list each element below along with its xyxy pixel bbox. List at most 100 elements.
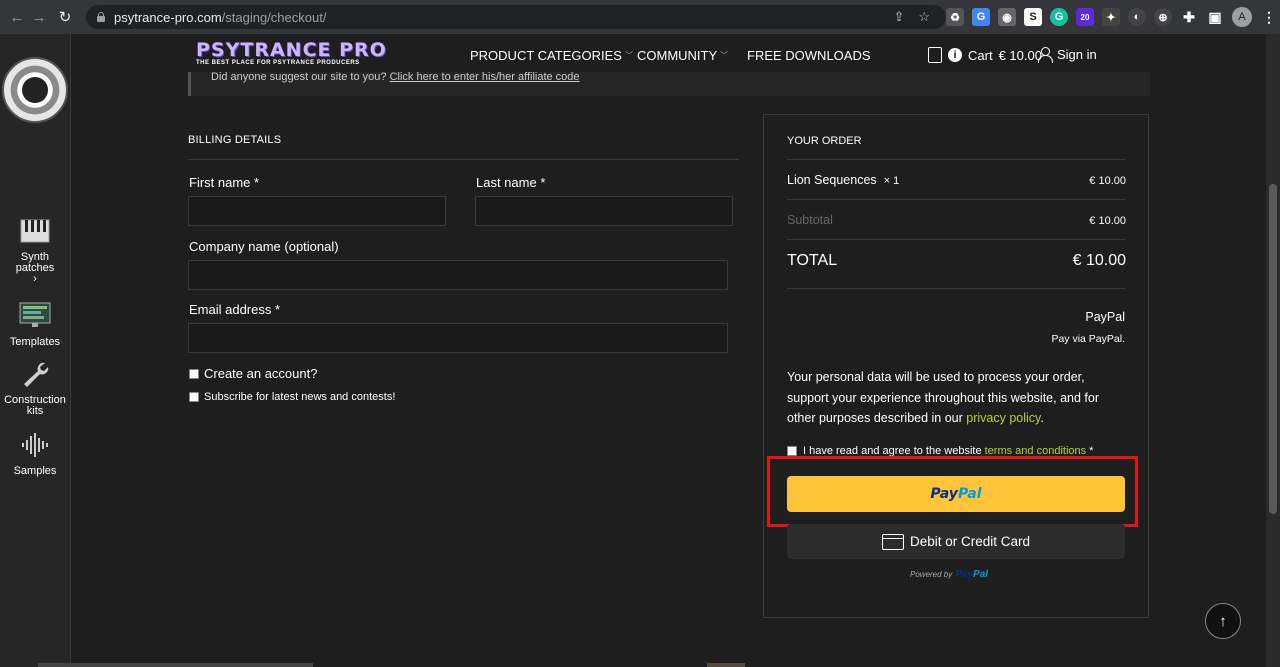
cart-label: Cart <box>968 47 993 63</box>
sidebar-item-templates[interactable]: Templates <box>0 302 70 348</box>
credit-card-icon <box>881 533 904 550</box>
sign-in-label: Sign in <box>1057 47 1097 62</box>
extension-globe-icon[interactable]: ⊕ <box>1154 8 1172 26</box>
bottom-edge-bar <box>38 663 313 667</box>
chevron-right-icon: › <box>33 273 37 285</box>
notice-question: Did anyone suggest our site to you? <box>211 72 387 83</box>
order-item-price: € 10.00 <box>1089 175 1126 187</box>
user-icon <box>1038 47 1053 63</box>
share-icon[interactable]: ⇪ <box>893 9 904 25</box>
powered-logo-pal: Pal <box>973 569 989 580</box>
extension-recycle-icon[interactable]: ♻ <box>946 8 964 26</box>
nav-label: COMMUNITY <box>637 48 718 63</box>
chevron-down-icon: ﹀ <box>720 51 729 60</box>
nav-product-categories[interactable]: PRODUCT CATEGORIES ﹀ <box>470 48 633 63</box>
extension-camera-icon[interactable]: ◉ <box>998 8 1016 26</box>
side-panel-icon[interactable]: ▣ <box>1206 8 1224 26</box>
affiliate-notice-text: Did anyone suggest our site to you? Clic… <box>211 72 580 83</box>
scrollbar-thumb[interactable] <box>1269 184 1277 514</box>
order-item: Lion Sequences × 1 <box>787 173 899 187</box>
cart-total: € 10.00 <box>998 47 1042 63</box>
profile-avatar[interactable]: A <box>1232 7 1252 27</box>
divider <box>188 159 739 160</box>
meditating-figure-icon <box>22 77 48 103</box>
highlight-box <box>767 456 1138 527</box>
create-account-checkbox[interactable] <box>189 368 199 379</box>
privacy-text: Your personal data will be used to proce… <box>787 370 1099 425</box>
sidebar-item-label: Templates <box>9 336 61 348</box>
nav-community[interactable]: COMMUNITY ﹀ <box>637 48 728 63</box>
lock-icon <box>96 11 106 23</box>
nav-label: FREE DOWNLOADS <box>747 48 871 63</box>
first-name-input[interactable] <box>188 196 446 226</box>
extension-swirl-icon[interactable]: ◐ <box>1128 8 1146 26</box>
divider <box>787 159 1126 160</box>
last-name-input[interactable] <box>475 196 733 226</box>
debit-credit-card-button[interactable]: Debit or Credit Card <box>787 524 1125 559</box>
extension-puzzle-x-icon[interactable]: ✦ <box>1102 8 1120 26</box>
address-bar[interactable]: psytrance-pro.com/staging/checkout/ <box>86 5 946 29</box>
total-value: € 10.00 <box>1072 252 1126 269</box>
cart-link[interactable]: i Cart € 10.00 <box>928 47 1042 63</box>
create-account-option[interactable]: Create an account? <box>189 366 317 381</box>
extension-badge-icon[interactable]: 20 <box>1076 8 1094 26</box>
bottom-edge-bar <box>707 663 745 667</box>
extension-s-icon[interactable]: S <box>1024 8 1042 26</box>
reload-icon[interactable]: ↻ <box>54 6 76 28</box>
subtotal-label: Subtotal <box>787 213 833 227</box>
logo-wordmark: PSYTRANCE PRO <box>196 39 387 61</box>
affiliate-code-link[interactable]: Click here to enter his/her affiliate co… <box>390 72 580 83</box>
card-button-label: Debit or Credit Card <box>909 534 1031 549</box>
waveform-icon <box>22 433 48 457</box>
powered-by-paypal: Powered by PayPal <box>910 569 988 580</box>
terms-checkbox[interactable] <box>787 446 797 456</box>
extensions-puzzle-icon[interactable]: ✚ <box>1180 8 1198 26</box>
subtotal-row: Subtotal € 10.00 <box>787 213 1126 227</box>
order-title: YOUR ORDER <box>787 135 862 147</box>
subscribe-label: Subscribe for latest news and contests! <box>204 391 396 403</box>
powered-paypal-logo: PayPal <box>955 569 988 580</box>
sidebar-item-label: Samples <box>13 465 57 477</box>
divider <box>787 239 1126 240</box>
back-arrow-icon[interactable]: ← <box>6 6 28 28</box>
powered-logo-pay: Pay <box>955 569 974 580</box>
keyboard-icon <box>20 219 50 243</box>
sidebar-item-samples[interactable]: Samples <box>0 431 70 477</box>
url-host: psytrance-pro.com <box>114 9 222 25</box>
extension-translate-icon[interactable]: G <box>972 8 990 26</box>
nav-free-downloads[interactable]: FREE DOWNLOADS <box>747 48 871 63</box>
privacy-policy-link[interactable]: privacy policy <box>966 411 1040 425</box>
subscribe-checkbox[interactable] <box>189 392 199 402</box>
subscribe-option[interactable]: Subscribe for latest news and contests! <box>189 391 395 403</box>
payment-method-description: Pay via PayPal. <box>1051 333 1125 345</box>
billing-details-title: BILLING DETAILS <box>188 134 282 146</box>
url-path: /staging/checkout/ <box>221 9 327 25</box>
sidebar-item-synth-patches[interactable]: Synth patches › <box>0 217 70 285</box>
browser-menu-icon[interactable]: ⋮ <box>1260 8 1278 26</box>
affiliate-notice: Did anyone suggest our site to you? Clic… <box>188 72 1150 96</box>
sidebar-item-construction-kits[interactable]: Construction kits <box>0 360 70 417</box>
scroll-to-top-button[interactable]: ↑ <box>1205 603 1241 639</box>
sign-in-link[interactable]: Sign in <box>1038 47 1097 63</box>
arrow-up-icon: ↑ <box>1219 612 1227 630</box>
nav-label: PRODUCT CATEGORIES <box>470 48 622 63</box>
order-item-qty: × 1 <box>883 175 900 187</box>
site-emblem-logo[interactable] <box>2 57 68 123</box>
bookmark-star-icon[interactable]: ☆ <box>918 9 930 25</box>
company-name-input[interactable] <box>188 260 728 290</box>
divider <box>787 199 1126 200</box>
extension-grammarly-icon[interactable]: G <box>1050 8 1068 26</box>
company-name-label: Company name (optional) <box>189 239 339 254</box>
order-item-row: Lion Sequences × 1 € 10.00 <box>787 173 1126 187</box>
forward-arrow-icon[interactable]: → <box>28 6 50 28</box>
site-logo[interactable]: PSYTRANCE PRO THE BEST PLACE FOR PSYTRAN… <box>196 40 392 72</box>
email-label: Email address * <box>189 302 281 317</box>
sidebar-item-label: kits <box>26 405 44 417</box>
payment-method-name: PayPal <box>1085 310 1125 324</box>
email-input[interactable] <box>188 323 728 353</box>
create-account-label: Create an account? <box>204 366 318 381</box>
page-scrollbar[interactable] <box>1266 34 1280 667</box>
subtotal-value: € 10.00 <box>1089 215 1126 227</box>
browser-toolbar: ← → ↻ psytrance-pro.com/staging/checkout… <box>0 0 1280 34</box>
extensions-bar: ♻ G ◉ S G 20 ✦ ◐ ⊕ ✚ ▣ A ⋮ <box>946 7 1278 27</box>
